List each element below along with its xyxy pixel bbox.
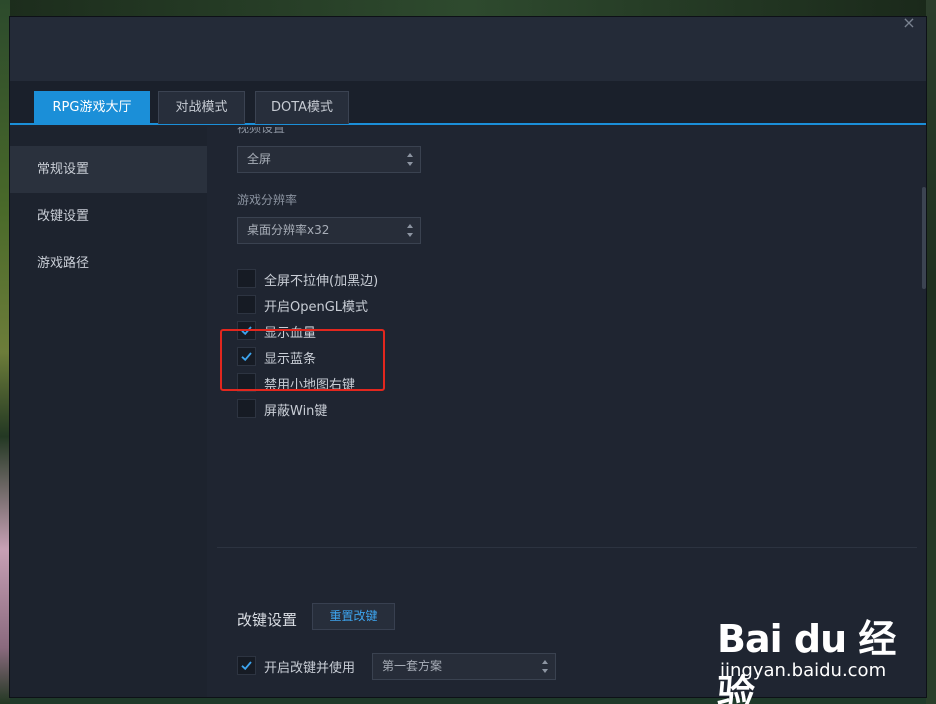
tab-battle-mode[interactable]: 对战模式 [158, 91, 245, 124]
checkbox[interactable] [237, 373, 256, 392]
settings-content: 视频设置 全屏 游戏分辨率 桌面分辨率x32 全屏不拉伸(加黑边) 开启Open… [207, 127, 926, 697]
option-label: 全屏不拉伸(加黑边) [264, 274, 379, 289]
option-label: 禁用小地图右键 [264, 378, 356, 393]
resolution-value: 桌面分辨率x32 [247, 223, 330, 237]
select-arrows-icon [407, 153, 413, 166]
reset-keybinds-button[interactable]: 重置改键 [312, 603, 395, 630]
tab-bar: RPG游戏大厅 对战模式 DOTA模式 [10, 81, 926, 125]
checkmark-icon [241, 661, 252, 671]
select-arrows-icon [407, 224, 413, 237]
sidebar-item-game-path[interactable]: 游戏路径 [10, 240, 207, 287]
option-label: 屏蔽Win键 [264, 404, 328, 419]
option-label: 开启OpenGL模式 [264, 300, 369, 315]
checkbox[interactable] [237, 321, 256, 340]
sidebar: 常规设置 改键设置 游戏路径 [10, 127, 207, 697]
checkbox[interactable] [237, 295, 256, 314]
display-mode-select[interactable]: 全屏 [237, 146, 421, 173]
option-label: 开启改键并使用 [264, 661, 356, 676]
checkbox[interactable] [237, 399, 256, 418]
checkbox[interactable] [237, 347, 256, 366]
keybind-scheme-value: 第一套方案 [382, 659, 443, 673]
display-mode-value: 全屏 [247, 152, 272, 166]
sidebar-item-keybinds[interactable]: 改键设置 [10, 193, 207, 240]
checkbox[interactable] [237, 656, 256, 675]
tab-dota-mode[interactable]: DOTA模式 [255, 91, 349, 124]
scrollbar-thumb[interactable] [922, 187, 926, 289]
option-label: 显示蓝条 [264, 352, 317, 367]
background-game-art-right [926, 0, 936, 704]
keybind-scheme-select[interactable]: 第一套方案 [372, 653, 556, 680]
close-icon[interactable]: × [900, 17, 918, 32]
tab-rpg-lobby[interactable]: RPG游戏大厅 [34, 91, 150, 124]
sidebar-item-general[interactable]: 常规设置 [10, 146, 207, 193]
checkbox[interactable] [237, 269, 256, 288]
checkmark-icon [241, 326, 252, 336]
select-arrows-icon [542, 660, 548, 673]
background-game-art-top [0, 0, 936, 16]
keybind-section-title: 改键设置 [237, 611, 298, 629]
checkmark-icon [241, 352, 252, 362]
settings-window: × RPG游戏大厅 对战模式 DOTA模式 常规设置 改键设置 游戏路径 视频设… [9, 16, 927, 698]
title-bar [10, 17, 926, 81]
resolution-label: 游戏分辨率 [237, 193, 298, 207]
section-divider [217, 547, 917, 548]
video-settings-label: 视频设置 [237, 127, 286, 135]
resolution-select[interactable]: 桌面分辨率x32 [237, 217, 421, 244]
option-label: 显示血量 [264, 326, 317, 341]
